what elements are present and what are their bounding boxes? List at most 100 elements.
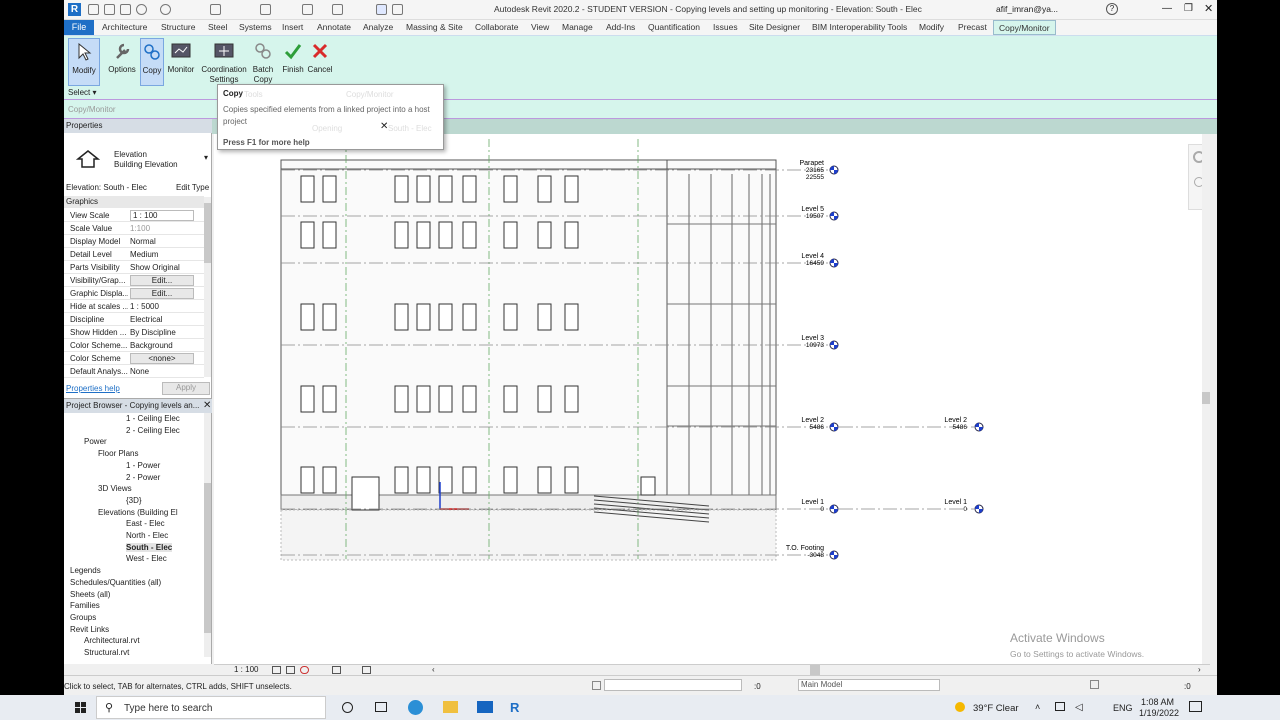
- measure-icon[interactable]: [260, 4, 271, 15]
- browser-item[interactable]: {3D}: [126, 496, 142, 505]
- property-row[interactable]: Show Hidden ... By Discipline: [64, 326, 204, 339]
- tab-site-designer[interactable]: Site Designer: [749, 22, 800, 32]
- mail-icon[interactable]: [477, 701, 493, 713]
- scroll-left-icon[interactable]: ‹: [432, 665, 435, 674]
- clock-time[interactable]: 1:08 AM: [1141, 697, 1174, 707]
- browser-item[interactable]: Elevations (Building El: [98, 508, 178, 517]
- weather-text[interactable]: 39°F Clear: [973, 703, 1019, 714]
- property-row[interactable]: View Scale 1 : 100: [64, 209, 204, 222]
- finish-button[interactable]: Finish: [280, 38, 306, 86]
- tab-view[interactable]: View: [531, 22, 549, 32]
- switch-windows-icon[interactable]: [392, 4, 403, 15]
- property-value[interactable]: None: [130, 367, 149, 376]
- tab-structure[interactable]: Structure: [161, 22, 196, 32]
- property-row[interactable]: Discipline Electrical: [64, 313, 204, 326]
- monitor-button[interactable]: Monitor: [166, 38, 196, 86]
- tab-insert[interactable]: Insert: [282, 22, 303, 32]
- tab-file[interactable]: File: [64, 20, 94, 35]
- 3d-view-icon[interactable]: [332, 4, 343, 15]
- text-icon[interactable]: [302, 4, 313, 15]
- browser-item[interactable]: East - Elec: [126, 519, 165, 528]
- design-option-dropdown[interactable]: Main Model: [798, 679, 940, 691]
- redo-icon[interactable]: [160, 4, 171, 15]
- weather-icon[interactable]: [955, 702, 965, 712]
- view-scale[interactable]: 1 : 100: [234, 665, 258, 674]
- task-view-icon[interactable]: [375, 702, 387, 712]
- property-row[interactable]: Hide at scales ... 1 : 5000: [64, 300, 204, 313]
- start-icon[interactable]: [75, 702, 87, 716]
- tab-add-ins[interactable]: Add-Ins: [606, 22, 635, 32]
- copy-button[interactable]: Copy: [140, 38, 164, 86]
- property-value[interactable]: <none>: [130, 353, 194, 364]
- tab-quantification[interactable]: Quantification: [648, 22, 700, 32]
- revit-taskbar-icon[interactable]: R: [510, 700, 519, 715]
- revit-logo-icon[interactable]: R: [68, 3, 81, 16]
- property-value[interactable]: By Discipline: [130, 328, 176, 337]
- drawing-area[interactable]: Parapet 23165 22555 Level 5 19507 Level 4 1645…: [214, 134, 1210, 664]
- property-row[interactable]: Color Scheme <none>: [64, 352, 204, 365]
- browser-item[interactable]: 1 - Power: [126, 461, 160, 470]
- property-value[interactable]: Medium: [130, 250, 158, 259]
- workset-dropdown[interactable]: [604, 679, 742, 691]
- detail-level-icon[interactable]: [272, 666, 281, 674]
- close-icon[interactable]: ✕: [1204, 2, 1213, 15]
- browser-item[interactable]: 2 - Power: [126, 473, 160, 482]
- tab-systems[interactable]: Systems: [239, 22, 272, 32]
- type-dropdown-icon[interactable]: ▾: [204, 153, 208, 162]
- close-hidden-icon[interactable]: [376, 4, 387, 15]
- visual-style-icon[interactable]: [286, 666, 295, 674]
- browser-item[interactable]: South - Elec: [126, 542, 173, 552]
- sun-path-icon[interactable]: [300, 666, 309, 674]
- property-value[interactable]: Show Original: [130, 263, 180, 272]
- clock-date[interactable]: 1/19/2022: [1139, 708, 1179, 718]
- modify-button[interactable]: Modify: [68, 38, 100, 86]
- browser-item[interactable]: Floor Plans: [98, 449, 138, 458]
- property-row[interactable]: Scale Value 1:100: [64, 222, 204, 235]
- browser-item[interactable]: Groups: [70, 613, 96, 622]
- tab-analyze[interactable]: Analyze: [363, 22, 393, 32]
- tray-chevron-icon[interactable]: ˄: [1035, 702, 1040, 712]
- property-row[interactable]: Display Model Normal: [64, 235, 204, 248]
- print-icon[interactable]: [210, 4, 221, 15]
- browser-item[interactable]: West - Elec: [126, 554, 167, 563]
- browser-item[interactable]: 2 - Ceiling Elec: [126, 426, 180, 435]
- properties-help-link[interactable]: Properties help: [66, 384, 120, 393]
- scroll-right-icon[interactable]: ›: [1198, 665, 1201, 674]
- instance-selector[interactable]: Elevation: South - Elec: [66, 183, 147, 192]
- property-value[interactable]: 1:100: [130, 224, 150, 233]
- browser-item[interactable]: North - Elec: [126, 531, 168, 540]
- notification-icon[interactable]: [1189, 701, 1202, 712]
- hide-isolate-icon[interactable]: [362, 666, 371, 674]
- open-icon[interactable]: [88, 4, 99, 15]
- horizontal-scrollbar[interactable]: [810, 665, 820, 675]
- property-row[interactable]: Graphic Displa... Edit...: [64, 287, 204, 300]
- tab-collaborate[interactable]: Collaborate: [475, 22, 518, 32]
- tab-modify[interactable]: Modify: [919, 22, 944, 32]
- elevation-drawing[interactable]: Parapet2316522555 Level 519507 Level 41645…: [214, 134, 1210, 664]
- close-icon[interactable]: ✕: [203, 400, 211, 411]
- tab-steel[interactable]: Steel: [208, 22, 227, 32]
- property-row[interactable]: Parts Visibility Show Original: [64, 261, 204, 274]
- tab-manage[interactable]: Manage: [562, 22, 593, 32]
- volume-icon[interactable]: ◁: [1075, 702, 1083, 713]
- sync-icon[interactable]: [120, 4, 131, 15]
- browser-item[interactable]: Families: [70, 601, 100, 610]
- property-value[interactable]: Electrical: [130, 315, 162, 324]
- edge-icon[interactable]: [408, 700, 423, 715]
- search-box[interactable]: ⚲ Type here to search: [96, 696, 326, 719]
- browser-item[interactable]: Legends: [70, 566, 101, 575]
- user-account[interactable]: afif_imran@ya...: [996, 4, 1058, 14]
- coordination-settings-button[interactable]: Coordination Settings: [198, 38, 250, 86]
- cancel-button[interactable]: Cancel: [306, 38, 334, 86]
- save-icon[interactable]: [104, 4, 115, 15]
- vertical-scrollbar[interactable]: [1202, 134, 1210, 664]
- help-icon[interactable]: ?: [1106, 3, 1118, 15]
- property-row[interactable]: Default Analys... None: [64, 365, 204, 378]
- apply-button[interactable]: Apply: [162, 382, 210, 395]
- property-row[interactable]: Detail Level Medium: [64, 248, 204, 261]
- property-row[interactable]: Color Scheme... Background: [64, 339, 204, 352]
- browser-item[interactable]: Structural.rvt: [84, 648, 129, 657]
- property-row[interactable]: Visibility/Grap... Edit...: [64, 274, 204, 287]
- workset-icon[interactable]: [592, 681, 601, 690]
- property-value[interactable]: Edit...: [130, 275, 194, 286]
